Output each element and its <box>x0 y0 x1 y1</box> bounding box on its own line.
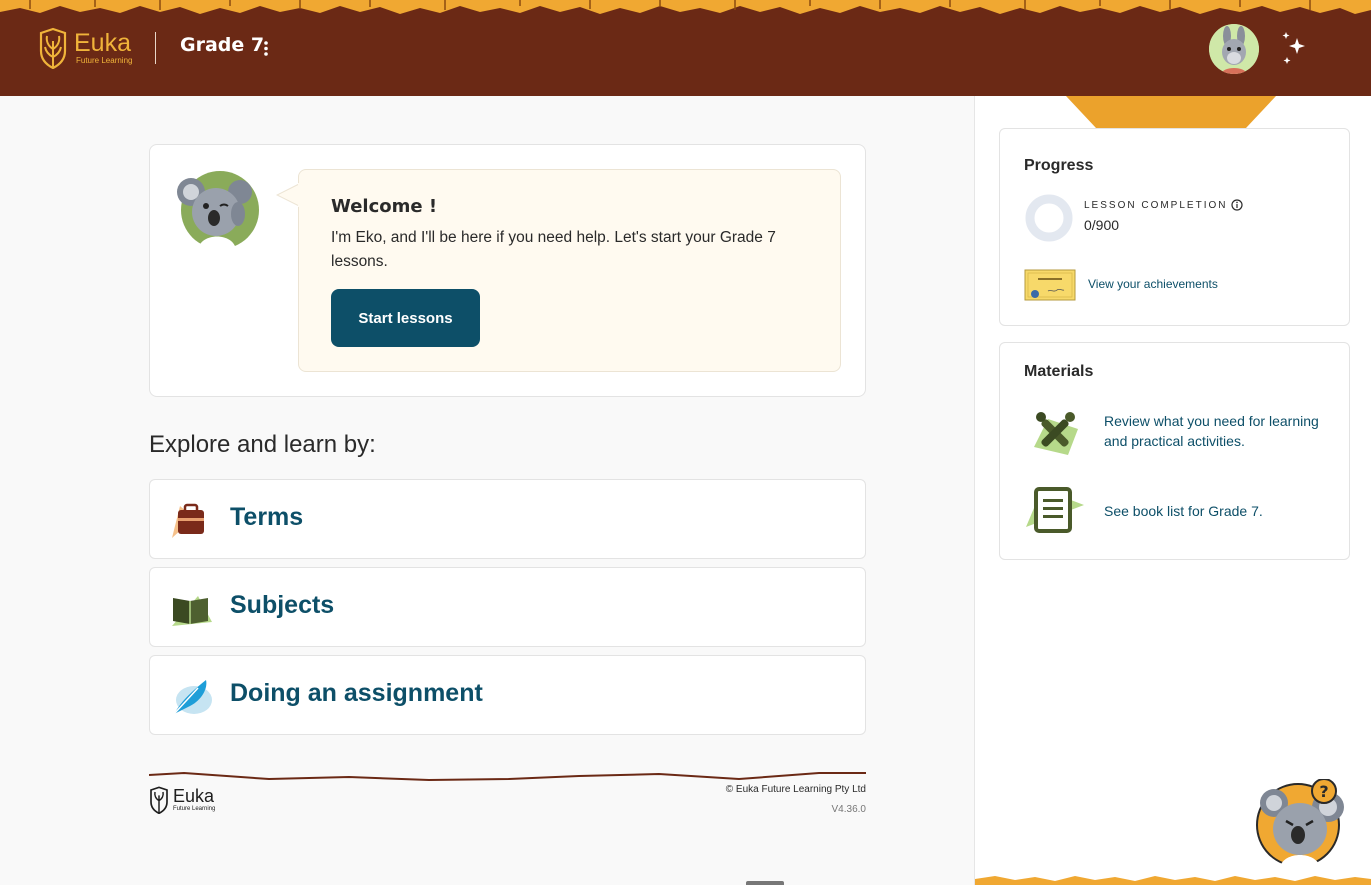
explore-assignment-label: Doing an assignment <box>230 679 483 707</box>
start-lessons-button[interactable]: Start lessons <box>331 289 480 347</box>
briefcase-icon <box>172 503 204 538</box>
footer-logo-tagline: Future Learning <box>173 806 216 812</box>
explore-item-assignment[interactable]: Doing an assignment <box>149 655 866 735</box>
eko-koala-avatar <box>177 171 259 250</box>
bottom-fringe-decoration <box>975 876 1371 885</box>
lesson-completion-label: LESSON COMPLETION <box>1084 199 1244 211</box>
view-achievements-link[interactable]: View your achievements <box>1088 277 1218 291</box>
help-koala-button[interactable]: ? <box>1256 779 1352 867</box>
speech-bubble-tail <box>276 183 302 207</box>
lesson-completion-value: 0/900 <box>1084 217 1120 233</box>
scroll-indicator[interactable] <box>746 881 784 885</box>
euka-footer-leaf-icon <box>150 786 168 814</box>
explore-heading: Explore and learn by: <box>149 431 376 458</box>
book-list-link[interactable]: See book list for Grade 7. <box>1104 501 1324 521</box>
progress-card: Progress LESSON COMPLETION 0/900 View yo… <box>999 128 1350 326</box>
svg-text:?: ? <box>1319 782 1328 801</box>
open-book-icon <box>172 596 212 626</box>
grade-menu-kebab-icon[interactable] <box>259 36 273 60</box>
lesson-completion-ring <box>1025 194 1073 242</box>
welcome-message: I'm Eko, and I'll be here if you need he… <box>331 229 776 270</box>
euka-leaf-logo-icon <box>39 27 67 69</box>
logo-name: Euka <box>74 29 131 57</box>
feather-icon <box>173 680 212 715</box>
donkey-avatar-icon <box>1209 24 1259 74</box>
info-icon[interactable] <box>1231 199 1244 211</box>
footer-divider-line <box>149 771 866 782</box>
explore-terms-label: Terms <box>230 503 304 531</box>
footer-logo: Euka Future Learning <box>149 786 215 814</box>
explore-item-subjects[interactable]: Subjects <box>149 567 866 647</box>
copyright-text: © Euka Future Learning Pty Ltd <box>725 784 866 795</box>
dark-mode-toggle-moon-icon[interactable] <box>1278 24 1328 74</box>
explore-subjects-label: Subjects <box>230 591 335 619</box>
orange-tab-decoration <box>1066 96 1276 128</box>
book-icon <box>1026 487 1084 533</box>
user-avatar[interactable] <box>1209 24 1259 74</box>
header-fringe-decoration <box>0 0 1371 14</box>
top-header: Euka Future Learning Grade 7 <box>0 0 1371 96</box>
tools-icon <box>1034 412 1078 455</box>
lesson-completion-label-text: LESSON COMPLETION <box>1084 199 1228 211</box>
logo-tagline: Future Learning <box>76 56 133 65</box>
welcome-title: Welcome ! <box>331 196 438 217</box>
materials-title: Materials <box>1024 363 1094 380</box>
footer-logo-name: Euka <box>173 786 215 806</box>
header-divider <box>155 32 156 64</box>
certificate-icon <box>1024 269 1076 301</box>
grade-title: Grade 7 <box>180 34 265 56</box>
version-text: V4.36.0 <box>831 804 866 815</box>
materials-review-link[interactable]: Review what you need for learning and pr… <box>1104 411 1324 451</box>
euka-logo[interactable]: Euka Future Learning <box>38 26 132 70</box>
materials-card: Materials Review what you need for learn… <box>999 342 1350 560</box>
progress-title: Progress <box>1024 157 1094 174</box>
explore-item-terms[interactable]: Terms <box>149 479 866 559</box>
